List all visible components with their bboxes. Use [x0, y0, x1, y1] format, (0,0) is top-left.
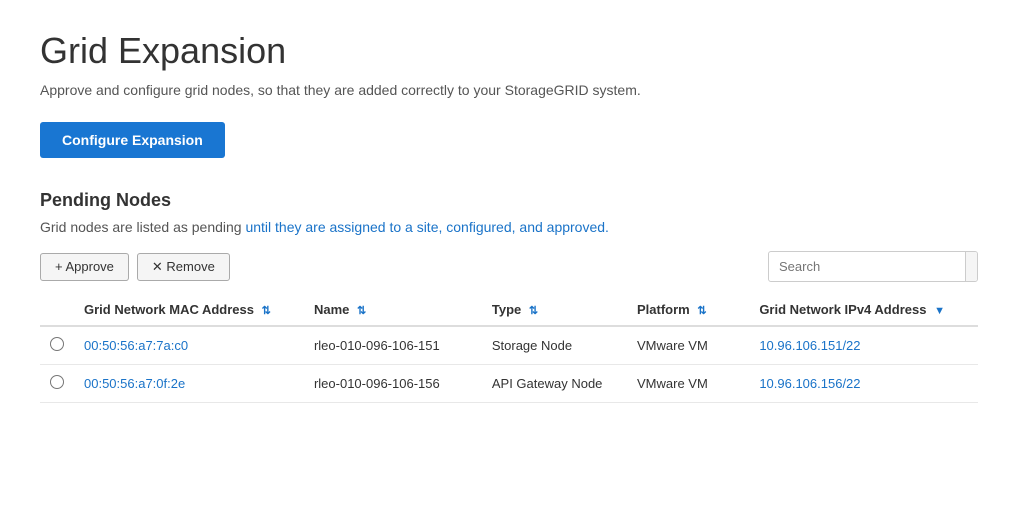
th-name: Name ⇅: [304, 294, 482, 326]
sort-icon-name[interactable]: ⇅: [357, 305, 366, 317]
th-mac: Grid Network MAC Address ⇅: [74, 294, 304, 326]
toolbar: + Approve ✕ Remove 🔍: [40, 251, 978, 282]
search-button[interactable]: 🔍: [965, 252, 978, 281]
toolbar-left: + Approve ✕ Remove: [40, 253, 230, 281]
search-icon: 🔍: [976, 258, 978, 274]
pending-nodes-title: Pending Nodes: [40, 190, 978, 211]
table-row: 00:50:56:a7:0f:2e rleo-010-096-106-156 A…: [40, 365, 978, 403]
row-name-1: rleo-010-096-106-156: [304, 365, 482, 403]
search-wrapper: 🔍: [768, 251, 978, 282]
th-platform: Platform ⇅: [627, 294, 749, 326]
mac-link-0[interactable]: 00:50:56:a7:7a:c0: [84, 338, 188, 353]
configure-expansion-button[interactable]: Configure Expansion: [40, 122, 225, 158]
pending-nodes-section: Pending Nodes Grid nodes are listed as p…: [40, 190, 978, 403]
search-input[interactable]: [769, 253, 965, 280]
row-radio-cell: [40, 326, 74, 365]
sort-icon-ipv4[interactable]: ▼: [934, 305, 945, 317]
th-radio: [40, 294, 74, 326]
row-platform-1: VMware VM: [627, 365, 749, 403]
approve-button[interactable]: + Approve: [40, 253, 129, 281]
pending-nodes-desc: Grid nodes are listed as pending until t…: [40, 219, 978, 235]
page-subtitle: Approve and configure grid nodes, so tha…: [40, 82, 978, 98]
row-radio-0[interactable]: [50, 337, 64, 351]
th-ipv4: Grid Network IPv4 Address ▼: [749, 294, 978, 326]
row-name-0: rleo-010-096-106-151: [304, 326, 482, 365]
pending-desc-link[interactable]: until they are assigned to a site, confi…: [245, 219, 608, 235]
table-header-row: Grid Network MAC Address ⇅ Name ⇅ Type ⇅…: [40, 294, 978, 326]
row-radio-cell: [40, 365, 74, 403]
sort-icon-mac[interactable]: ⇅: [262, 305, 271, 317]
page-title: Grid Expansion: [40, 30, 978, 72]
ipv4-link-0[interactable]: 10.96.106.151/22: [759, 338, 860, 353]
pending-nodes-table: Grid Network MAC Address ⇅ Name ⇅ Type ⇅…: [40, 294, 978, 403]
row-mac-1: 00:50:56:a7:0f:2e: [74, 365, 304, 403]
row-mac-0: 00:50:56:a7:7a:c0: [74, 326, 304, 365]
sort-icon-platform[interactable]: ⇅: [697, 305, 706, 317]
row-platform-0: VMware VM: [627, 326, 749, 365]
remove-button[interactable]: ✕ Remove: [137, 253, 230, 281]
row-type-1: API Gateway Node: [482, 365, 627, 403]
row-type-0: Storage Node: [482, 326, 627, 365]
page-container: Grid Expansion Approve and configure gri…: [0, 0, 1018, 527]
table-row: 00:50:56:a7:7a:c0 rleo-010-096-106-151 S…: [40, 326, 978, 365]
row-ipv4-0: 10.96.106.151/22: [749, 326, 978, 365]
mac-link-1[interactable]: 00:50:56:a7:0f:2e: [84, 376, 185, 391]
ipv4-link-1[interactable]: 10.96.106.156/22: [759, 376, 860, 391]
row-radio-1[interactable]: [50, 375, 64, 389]
row-ipv4-1: 10.96.106.156/22: [749, 365, 978, 403]
sort-icon-type[interactable]: ⇅: [529, 305, 538, 317]
th-type: Type ⇅: [482, 294, 627, 326]
